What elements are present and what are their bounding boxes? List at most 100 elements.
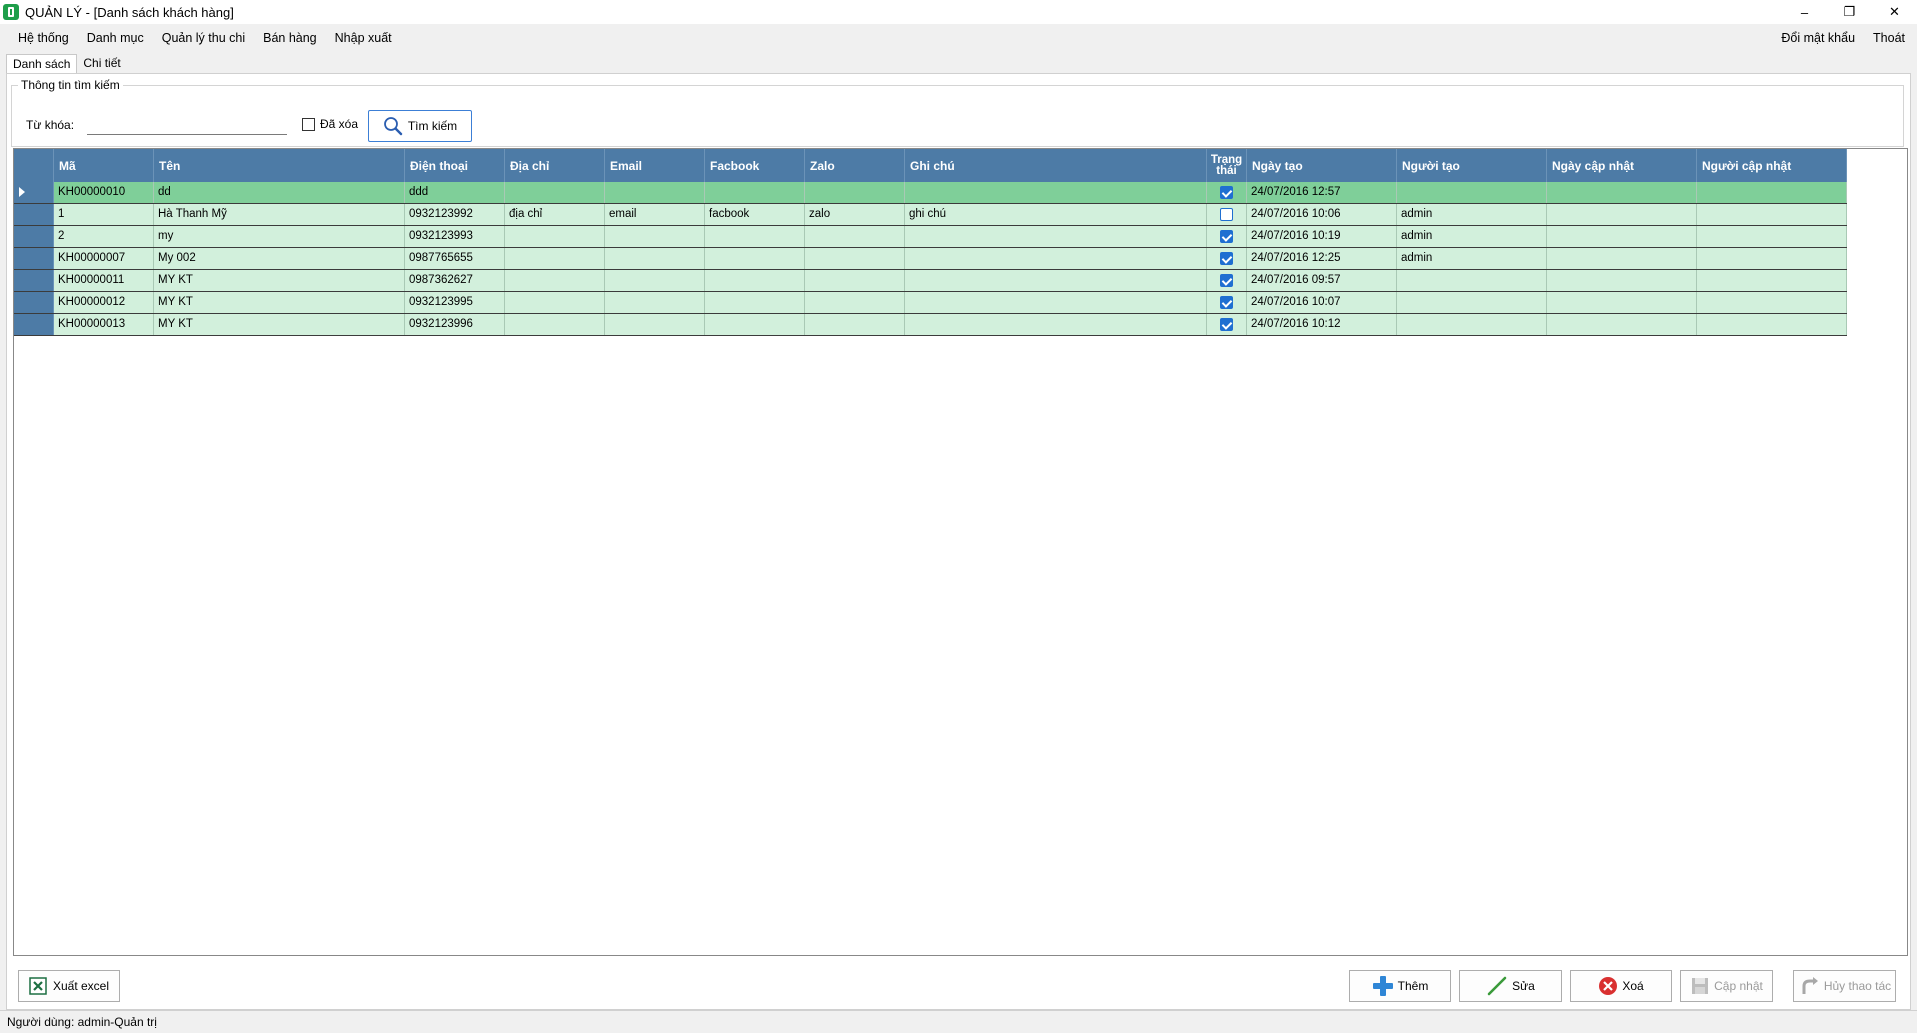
cell-ten[interactable]: MY KT [154, 292, 405, 313]
cell-dia-chi[interactable]: địa chỉ [505, 204, 605, 225]
cell-email[interactable]: email [605, 204, 705, 225]
cell-dia-chi[interactable] [505, 314, 605, 335]
delete-button[interactable]: Xoá [1570, 970, 1672, 1002]
cell-dien-thoai[interactable]: 0932123995 [405, 292, 505, 313]
col-header-ngay-cap-nhat[interactable]: Ngày cập nhật [1547, 149, 1697, 182]
status-checkbox[interactable] [1220, 252, 1233, 265]
cell-nguoi-tao[interactable] [1397, 182, 1547, 203]
status-checkbox[interactable] [1220, 274, 1233, 287]
cell-nguoi-cap-nhat[interactable] [1697, 314, 1847, 335]
cell-nguoi-cap-nhat[interactable] [1697, 182, 1847, 203]
cell-email[interactable] [605, 314, 705, 335]
cell-ngay-tao[interactable]: 24/07/2016 12:57 [1247, 182, 1397, 203]
cell-facebook[interactable] [705, 270, 805, 291]
cell-nguoi-tao[interactable] [1397, 292, 1547, 313]
cell-nguoi-tao[interactable] [1397, 270, 1547, 291]
cell-nguoi-cap-nhat[interactable] [1697, 226, 1847, 247]
menu-nhap-xuat[interactable]: Nhập xuất [326, 25, 401, 51]
cell-ghi-chu[interactable] [905, 182, 1207, 203]
cell-nguoi-cap-nhat[interactable] [1697, 270, 1847, 291]
row-header[interactable] [14, 182, 54, 203]
cell-ma[interactable]: 1 [54, 204, 154, 225]
cell-ngay-cap-nhat[interactable] [1547, 292, 1697, 313]
search-button[interactable]: Tìm kiếm [368, 110, 472, 142]
cell-trang-thai[interactable] [1207, 270, 1247, 291]
cell-zalo[interactable] [805, 314, 905, 335]
cell-zalo[interactable] [805, 292, 905, 313]
cell-nguoi-tao[interactable]: admin [1397, 204, 1547, 225]
update-button[interactable]: Cập nhật [1680, 970, 1773, 1002]
col-header-email[interactable]: Email [605, 149, 705, 182]
cell-zalo[interactable] [805, 182, 905, 203]
cell-dien-thoai[interactable]: 0932123993 [405, 226, 505, 247]
cell-ngay-tao[interactable]: 24/07/2016 10:19 [1247, 226, 1397, 247]
cell-dia-chi[interactable] [505, 182, 605, 203]
cell-email[interactable] [605, 248, 705, 269]
col-header-nguoi-tao[interactable]: Người tạo [1397, 149, 1547, 182]
row-header[interactable] [14, 314, 54, 335]
row-header[interactable] [14, 270, 54, 291]
cell-facebook[interactable]: facbook [705, 204, 805, 225]
col-header-trang-thai[interactable]: Trạng thái [1207, 149, 1247, 182]
cell-email[interactable] [605, 292, 705, 313]
cell-dia-chi[interactable] [505, 226, 605, 247]
cell-ngay-tao[interactable]: 24/07/2016 09:57 [1247, 270, 1397, 291]
cell-email[interactable] [605, 270, 705, 291]
cell-facebook[interactable] [705, 314, 805, 335]
cell-ten[interactable]: MY KT [154, 270, 405, 291]
col-header-nguoi-cap-nhat[interactable]: Người cập nhật [1697, 149, 1847, 182]
cell-ten[interactable]: My 002 [154, 248, 405, 269]
cell-ngay-tao[interactable]: 24/07/2016 10:07 [1247, 292, 1397, 313]
cell-ma[interactable]: KH00000012 [54, 292, 154, 313]
cell-facebook[interactable] [705, 248, 805, 269]
export-excel-button[interactable]: Xuất excel [18, 970, 120, 1002]
menu-change-password[interactable]: Đổi mật khẩu [1772, 25, 1864, 51]
table-row[interactable]: KH00000013 MY KT 0932123996 24/07/2016 10:1… [14, 314, 1847, 336]
add-button[interactable]: Thêm [1349, 970, 1451, 1002]
table-row[interactable]: KH00000011 MY KT 0987362627 24/07/2016 09:5… [14, 270, 1847, 292]
cell-ghi-chu[interactable] [905, 248, 1207, 269]
cell-dia-chi[interactable] [505, 270, 605, 291]
col-header-ghi-chu[interactable]: Ghi chú [905, 149, 1207, 182]
cell-nguoi-tao[interactable] [1397, 314, 1547, 335]
cell-facebook[interactable] [705, 226, 805, 247]
row-header[interactable] [14, 248, 54, 269]
cell-nguoi-tao[interactable]: admin [1397, 226, 1547, 247]
status-checkbox[interactable] [1220, 318, 1233, 331]
cell-ngay-cap-nhat[interactable] [1547, 204, 1697, 225]
cell-ten[interactable]: my [154, 226, 405, 247]
cell-ghi-chu[interactable]: ghi chú [905, 204, 1207, 225]
cell-facebook[interactable] [705, 292, 805, 313]
col-header-ngay-tao[interactable]: Ngày tạo [1247, 149, 1397, 182]
tab-detail[interactable]: Chi tiết [77, 54, 126, 74]
cell-nguoi-tao[interactable]: admin [1397, 248, 1547, 269]
cell-ten[interactable]: Hà Thanh Mỹ [154, 204, 405, 225]
cell-nguoi-cap-nhat[interactable] [1697, 248, 1847, 269]
cell-ngay-cap-nhat[interactable] [1547, 226, 1697, 247]
cell-facebook[interactable] [705, 182, 805, 203]
col-header-dia-chi[interactable]: Địa chỉ [505, 149, 605, 182]
cell-dia-chi[interactable] [505, 248, 605, 269]
edit-button[interactable]: Sửa [1459, 970, 1562, 1002]
minimize-button[interactable]: – [1782, 0, 1827, 24]
menu-exit[interactable]: Thoát [1864, 25, 1914, 51]
menu-quan-ly-thu-chi[interactable]: Quản lý thu chi [153, 25, 254, 51]
cell-dia-chi[interactable] [505, 292, 605, 313]
cell-ma[interactable]: KH00000011 [54, 270, 154, 291]
cell-ma[interactable]: KH00000007 [54, 248, 154, 269]
cell-ngay-cap-nhat[interactable] [1547, 248, 1697, 269]
col-header-facebook[interactable]: Facbook [705, 149, 805, 182]
table-row[interactable]: KH00000010 dd ddd 24/07/2016 12:57 [14, 182, 1847, 204]
col-header-ma[interactable]: Mã [54, 149, 154, 182]
col-header-ten[interactable]: Tên [154, 149, 405, 182]
cell-ghi-chu[interactable] [905, 314, 1207, 335]
cell-dien-thoai[interactable]: 0987765655 [405, 248, 505, 269]
cell-ma[interactable]: KH00000013 [54, 314, 154, 335]
close-button[interactable]: ✕ [1872, 0, 1917, 24]
cancel-action-button[interactable]: Hủy thao tác [1793, 970, 1896, 1002]
table-row[interactable]: KH00000007 My 002 0987765655 24/07/2016 12:… [14, 248, 1847, 270]
table-row[interactable]: 2 my 0932123993 24/07/2016 10:19 admin [14, 226, 1847, 248]
cell-ngay-tao[interactable]: 24/07/2016 10:06 [1247, 204, 1397, 225]
menu-he-thong[interactable]: Hệ thống [9, 25, 78, 51]
cell-ghi-chu[interactable] [905, 226, 1207, 247]
